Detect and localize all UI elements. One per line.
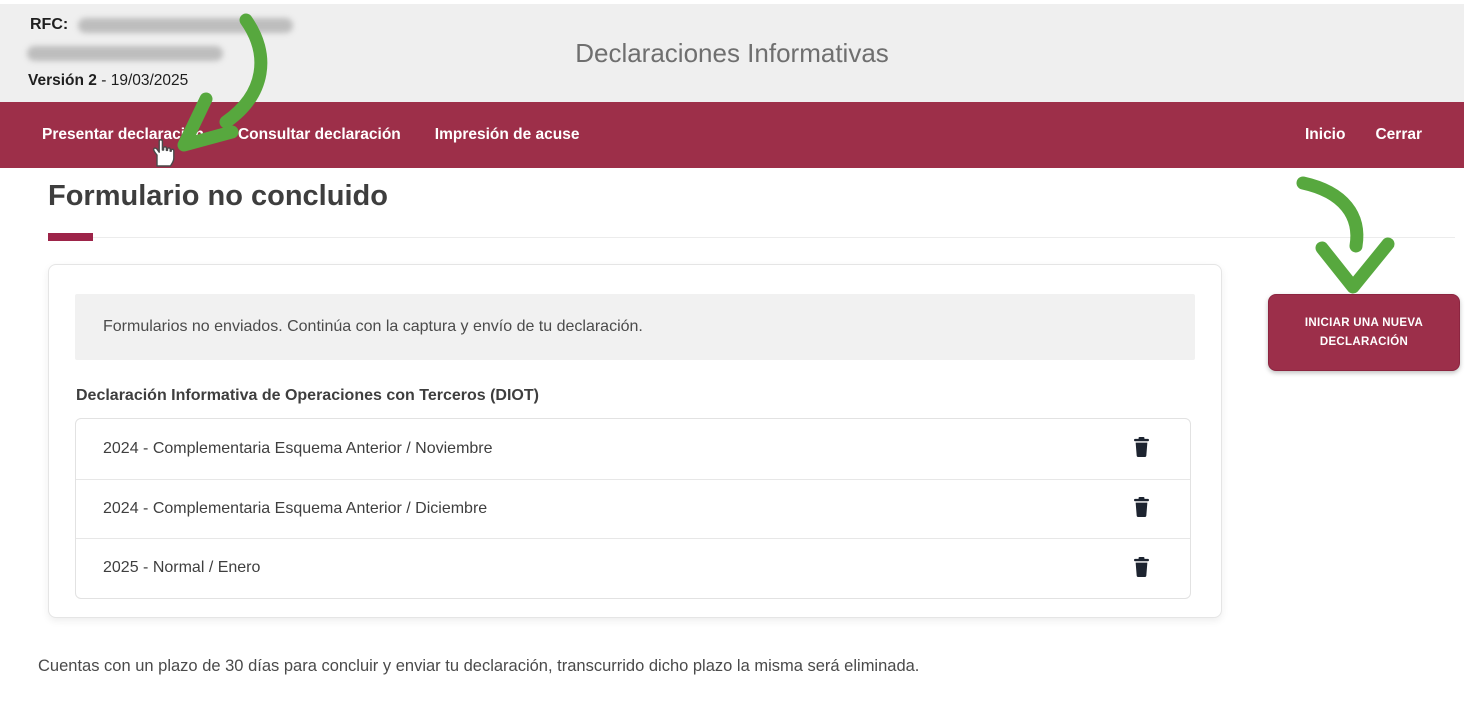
declaraciones-informativas-app: RFC: Versión 2 - 19/03/2025 Declaracione… <box>0 0 1480 706</box>
version-label: Versión 2 <box>28 72 97 89</box>
declaration-row-label: 2024 - Complementaria Esquema Anterior /… <box>103 440 493 458</box>
trash-icon <box>1132 556 1151 581</box>
title-divider <box>48 237 1455 238</box>
delete-declaration-button[interactable] <box>1128 436 1154 462</box>
navbar-right: Inicio Cerrar <box>1305 126 1422 144</box>
nav-item-cerrar[interactable]: Cerrar <box>1375 126 1422 144</box>
green-arrow-icon <box>1303 183 1388 287</box>
declaration-row-2025-enero[interactable]: 2025 - Normal / Enero <box>76 538 1190 598</box>
iniciar-nueva-declaracion-button[interactable]: INICIAR UNA NUEVA DECLARACIÓN <box>1268 294 1460 371</box>
diot-list-title: Declaración Informativa de Operaciones c… <box>76 387 1221 405</box>
navbar-left: Presentar declaración Consultar declarac… <box>42 126 580 144</box>
footer-note: Cuentas con un plazo de 30 días para con… <box>38 657 919 676</box>
delete-declaration-button[interactable] <box>1128 496 1154 522</box>
page-title: Formulario no concluido <box>48 180 388 213</box>
trash-icon <box>1132 496 1151 521</box>
iniciar-nueva-declaracion-label: INICIAR UNA NUEVA DECLARACIÓN <box>1301 314 1427 351</box>
app-title: Declaraciones Informativas <box>0 38 1464 69</box>
declaration-row-label: 2024 - Complementaria Esquema Anterior /… <box>103 500 487 518</box>
declarations-list: 2024 - Complementaria Esquema Anterior /… <box>75 418 1191 599</box>
declaration-row-2024-diciembre[interactable]: 2024 - Complementaria Esquema Anterior /… <box>76 479 1190 539</box>
declaration-row-2024-noviembre[interactable]: 2024 - Complementaria Esquema Anterior /… <box>76 419 1190 479</box>
version-line: Versión 2 - 19/03/2025 <box>28 72 188 90</box>
delete-declaration-button[interactable] <box>1128 555 1154 581</box>
info-message-text: Formularios no enviados. Continúa con la… <box>103 318 643 336</box>
main-navbar: Presentar declaración Consultar declarac… <box>0 102 1464 168</box>
nav-item-consultar-declaracion[interactable]: Consultar declaración <box>238 126 401 144</box>
rfc-line: RFC: <box>30 16 293 34</box>
nav-item-impresion-de-acuse[interactable]: Impresión de acuse <box>435 126 580 144</box>
rfc-label: RFC: <box>30 16 68 34</box>
title-divider-accent <box>48 233 93 241</box>
nav-item-inicio[interactable]: Inicio <box>1305 126 1345 144</box>
declaration-row-label: 2025 - Normal / Enero <box>103 559 260 577</box>
trash-icon <box>1132 436 1151 461</box>
pending-forms-card: Formularios no enviados. Continúa con la… <box>48 264 1222 618</box>
nav-item-presentar-declaracion[interactable]: Presentar declaración <box>42 126 204 144</box>
info-message-box: Formularios no enviados. Continúa con la… <box>75 294 1195 360</box>
rfc-value-redacted <box>78 18 293 33</box>
version-date: - 19/03/2025 <box>97 72 188 89</box>
top-header: RFC: Versión 2 - 19/03/2025 Declaracione… <box>0 4 1464 102</box>
